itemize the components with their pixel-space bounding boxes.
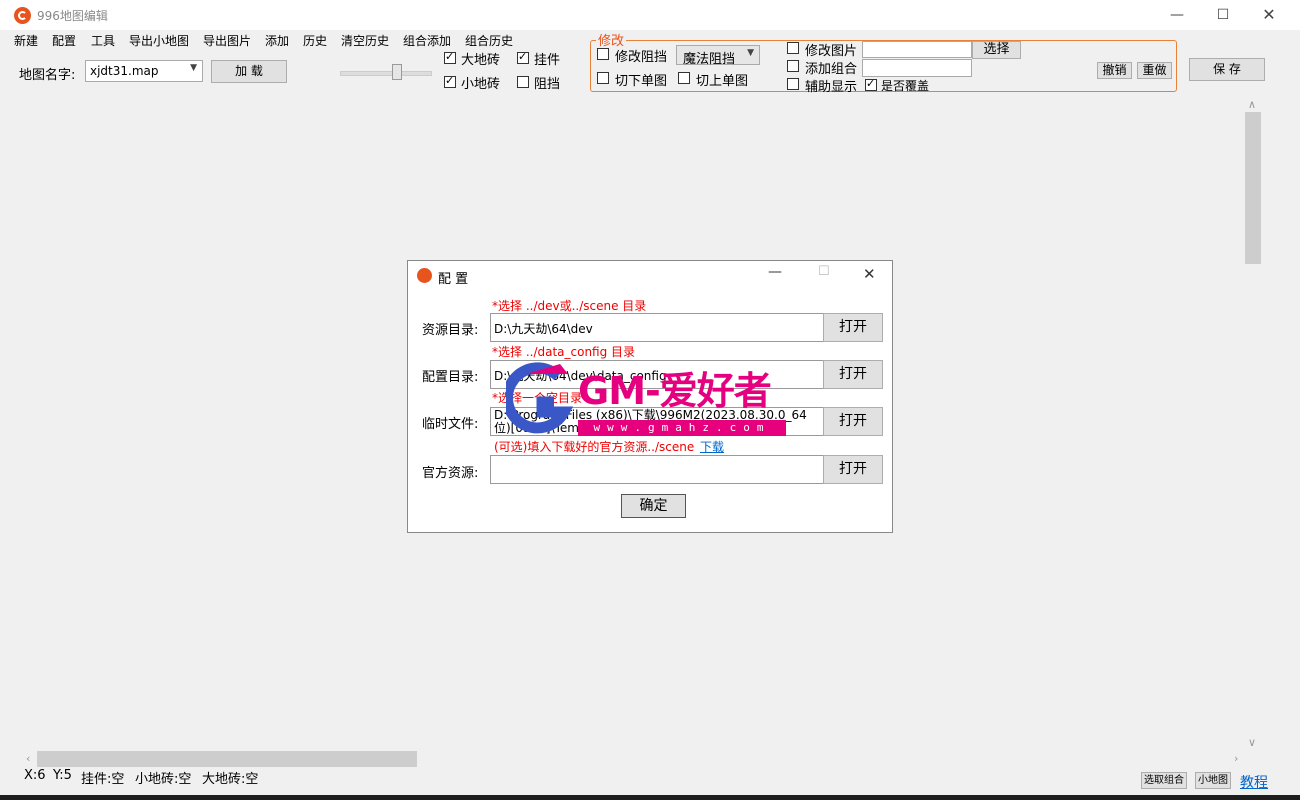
modify-image-label: 修改图片 bbox=[805, 44, 858, 59]
scroll-up-icon[interactable]: ∧ bbox=[1248, 98, 1256, 111]
status-big-tile: 大地砖:空 bbox=[202, 772, 259, 787]
status-y: Y:5 bbox=[53, 768, 72, 783]
zoom-slider-track[interactable] bbox=[340, 71, 432, 76]
map-name-select[interactable]: xjdt31.map ▼ bbox=[85, 60, 203, 82]
menu-add[interactable]: 添加 bbox=[265, 32, 289, 49]
cut-up-label: 切上单图 bbox=[696, 74, 749, 89]
temp-dir-open-button[interactable]: 打开 bbox=[823, 407, 883, 436]
modify-block-checkbox[interactable] bbox=[597, 48, 609, 60]
aux-display-checkbox[interactable] bbox=[787, 78, 799, 90]
cut-down-label: 切下单图 bbox=[615, 74, 668, 89]
resource-dir-label: 资源目录: bbox=[422, 323, 479, 338]
watermark-url: www.gmahz.com bbox=[578, 420, 786, 436]
close-button[interactable]: ✕ bbox=[1246, 0, 1292, 30]
overwrite-checkbox[interactable] bbox=[865, 77, 877, 91]
menu-config[interactable]: 配置 bbox=[52, 32, 76, 49]
menu-combo-add[interactable]: 组合添加 bbox=[403, 32, 451, 49]
big-tile-checkbox[interactable] bbox=[444, 50, 456, 64]
select-button[interactable]: 选择 bbox=[972, 41, 1021, 59]
config-dir-open-button[interactable]: 打开 bbox=[823, 360, 883, 389]
temp-dir-label: 临时文件: bbox=[422, 417, 479, 432]
config-dir-hint: *选择 ../data_config 目录 bbox=[492, 345, 636, 359]
resource-dir-open-button[interactable]: 打开 bbox=[823, 313, 883, 342]
minimize-button[interactable]: — bbox=[1154, 0, 1200, 30]
config-dir-label: 配置目录: bbox=[422, 370, 479, 385]
resource-dir-hint: *选择 ../dev或../scene 目录 bbox=[492, 299, 647, 313]
hanging-checkbox[interactable] bbox=[517, 50, 529, 64]
map-name-value: xjdt31.map bbox=[90, 64, 159, 78]
add-combo-input[interactable] bbox=[862, 59, 972, 77]
title-bar bbox=[0, 0, 1300, 30]
modify-image-checkbox[interactable] bbox=[787, 42, 799, 54]
save-button[interactable]: 保 存 bbox=[1189, 58, 1265, 81]
official-res-open-button[interactable]: 打开 bbox=[823, 455, 883, 484]
select-combo-button[interactable]: 选取组合 bbox=[1141, 772, 1187, 789]
app-logo-icon bbox=[14, 7, 31, 24]
overwrite-label: 是否覆盖 bbox=[881, 79, 930, 93]
cut-down-checkbox[interactable] bbox=[597, 72, 609, 84]
watermark-g-logo-icon bbox=[506, 362, 574, 434]
dialog-maximize-button: ☐ bbox=[818, 264, 830, 279]
dialog-title: 配 置 bbox=[438, 272, 469, 287]
modify-image-input[interactable] bbox=[862, 41, 972, 58]
small-tile-checkbox[interactable] bbox=[444, 74, 456, 88]
menu-history[interactable]: 历史 bbox=[303, 32, 327, 49]
vertical-scrollbar-thumb[interactable] bbox=[1245, 112, 1261, 264]
undo-button[interactable]: 撤销 bbox=[1097, 62, 1132, 79]
dialog-logo-icon bbox=[417, 268, 432, 283]
menu-new[interactable]: 新建 bbox=[14, 32, 38, 49]
official-res-label: 官方资源: bbox=[422, 466, 479, 481]
resource-dir-input[interactable]: D:\九天劫\64\dev bbox=[490, 313, 824, 342]
scroll-right-icon[interactable]: › bbox=[1234, 752, 1238, 765]
hanging-label: 挂件 bbox=[534, 53, 561, 68]
chevron-down-icon: ▼ bbox=[747, 48, 754, 58]
menu-export-minimap[interactable]: 导出小地图 bbox=[129, 32, 189, 49]
menu-tools[interactable]: 工具 bbox=[91, 32, 115, 49]
map-editor-window: 996地图编辑 — ☐ ✕ 新建 配置 工具 导出小地图 导出图片 添加 历史 … bbox=[0, 0, 1300, 795]
tutorial-link[interactable]: 教程 bbox=[1240, 772, 1268, 792]
dialog-close-button[interactable]: ✕ bbox=[863, 265, 876, 283]
cut-up-checkbox[interactable] bbox=[678, 72, 690, 84]
watermark-text: GM-爱好者 bbox=[578, 369, 772, 413]
load-button[interactable]: 加 载 bbox=[211, 60, 287, 83]
dialog-minimize-button[interactable]: — bbox=[768, 264, 782, 280]
block-label: 阻挡 bbox=[534, 77, 561, 92]
block-checkbox[interactable] bbox=[517, 76, 529, 88]
status-small-tile: 小地砖:空 bbox=[135, 772, 192, 787]
modify-block-label: 修改阻挡 bbox=[615, 50, 668, 65]
add-combo-label: 添加组合 bbox=[805, 62, 858, 77]
block-type-select[interactable]: 魔法阻挡 ▼ bbox=[676, 45, 760, 67]
big-tile-label: 大地砖 bbox=[461, 53, 501, 68]
window-title: 996地图编辑 bbox=[37, 9, 108, 23]
scroll-down-icon[interactable]: ∨ bbox=[1248, 736, 1256, 749]
redo-button[interactable]: 重做 bbox=[1137, 62, 1172, 79]
status-x: X:6 bbox=[24, 768, 46, 783]
block-type-value: 魔法阻挡 bbox=[683, 52, 736, 67]
status-hanging: 挂件:空 bbox=[81, 772, 125, 787]
zoom-slider-thumb[interactable] bbox=[392, 64, 402, 80]
menu-clear-history[interactable]: 清空历史 bbox=[341, 32, 389, 49]
official-res-input[interactable] bbox=[490, 455, 824, 484]
minimap-button[interactable]: 小地图 bbox=[1195, 772, 1231, 789]
ok-button[interactable]: 确定 bbox=[621, 494, 686, 518]
add-combo-checkbox[interactable] bbox=[787, 60, 799, 72]
chevron-down-icon: ▼ bbox=[190, 63, 197, 73]
scroll-left-icon[interactable]: ‹ bbox=[26, 752, 30, 765]
map-name-label: 地图名字: bbox=[19, 68, 76, 83]
small-tile-label: 小地砖 bbox=[461, 77, 501, 92]
maximize-button[interactable]: ☐ bbox=[1200, 0, 1246, 30]
aux-display-label: 辅助显示 bbox=[805, 80, 858, 95]
menu-combo-history[interactable]: 组合历史 bbox=[465, 32, 513, 49]
download-link[interactable]: 下载 bbox=[700, 438, 724, 455]
horizontal-scrollbar-thumb[interactable] bbox=[37, 751, 417, 767]
menu-export-image[interactable]: 导出图片 bbox=[203, 32, 251, 49]
